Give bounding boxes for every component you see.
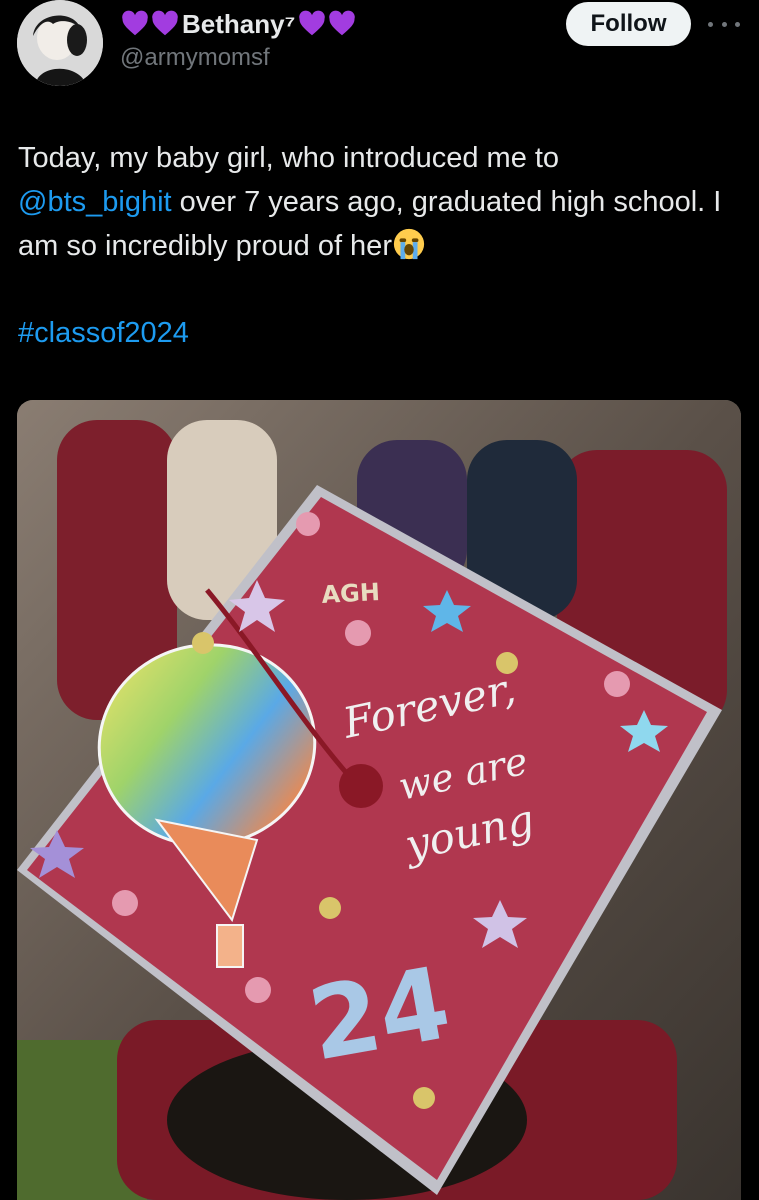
tweet-text-part1: Today, my baby girl, who introduced me t… — [18, 142, 560, 174]
more-dots-icon[interactable] — [708, 14, 740, 34]
profile-photo-icon — [17, 0, 103, 86]
hashtag-link[interactable]: #classof2024 — [18, 317, 189, 349]
purple-heart-icon — [152, 10, 178, 36]
display-name: Bethany⁷ — [182, 8, 296, 39]
loudly-crying-face-icon — [393, 228, 425, 260]
purple-heart-icon — [122, 10, 148, 36]
graduation-cap-photo: AGH Forever, we are young 24 — [17, 400, 741, 1200]
tweet-photo[interactable]: AGH Forever, we are young 24 — [17, 400, 741, 1200]
cap-year: 24 — [301, 944, 458, 1083]
purple-heart-icon — [329, 10, 356, 36]
avatar[interactable] — [17, 0, 103, 86]
display-name-row[interactable]: Bethany⁷ — [120, 6, 357, 42]
hashtag-line: #classof2024 — [18, 311, 189, 355]
tweet-header: Bethany⁷ @armymomsf Follow — [0, 0, 759, 90]
tweet-text: Today, my baby girl, who introduced me t… — [18, 136, 738, 268]
user-handle[interactable]: @armymomsf — [120, 44, 270, 72]
mention-link[interactable]: @bts_bighit — [18, 186, 172, 218]
cap-initials: AGH — [321, 578, 381, 609]
follow-button[interactable]: Follow — [566, 2, 691, 46]
purple-heart-icon — [299, 10, 326, 36]
